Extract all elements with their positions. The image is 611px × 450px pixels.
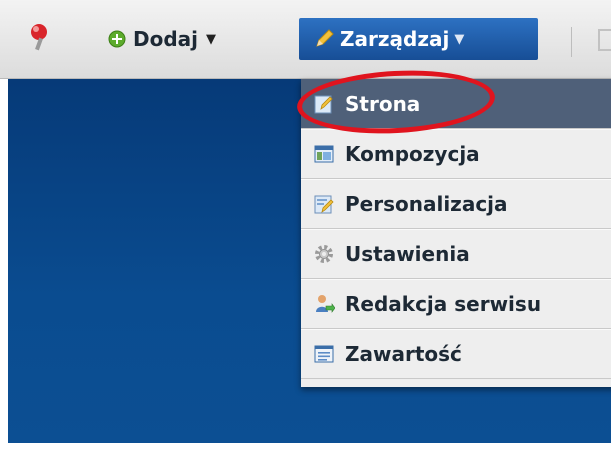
menu-item-label: Zawartość — [345, 342, 462, 366]
menu-item-ustawienia[interactable]: Ustawienia — [301, 229, 611, 279]
gear-icon — [315, 245, 333, 263]
menu-item-redakcja-serwisu[interactable]: Redakcja serwisu — [301, 279, 611, 329]
personalize-icon — [314, 195, 334, 214]
content-list-icon — [314, 345, 334, 363]
add-menu-button[interactable]: Dodaj ▼ — [108, 22, 216, 56]
pencil-icon — [316, 29, 334, 47]
layout-icon — [314, 145, 334, 163]
menu-item-personalizacja[interactable]: Personalizacja — [301, 179, 611, 229]
toolbar-divider — [571, 27, 572, 57]
add-menu-label: Dodaj — [133, 27, 199, 51]
top-toolbar: Dodaj ▼ Zarządzaj ▼ — [0, 0, 611, 79]
manage-menu-label: Zarządzaj — [340, 27, 450, 51]
menu-item-label: Redakcja serwisu — [345, 292, 542, 316]
manage-menu-button[interactable]: Zarządzaj ▼ — [299, 18, 538, 60]
menu-item-label: Personalizacja — [345, 192, 508, 216]
user-arrow-icon — [316, 295, 335, 313]
menu-item-label: Ustawienia — [345, 242, 470, 266]
menu-item-zawartosc[interactable]: Zawartość — [301, 329, 611, 379]
menu-item-label: Kompozycja — [345, 142, 480, 166]
caret-down-icon: ▼ — [454, 31, 465, 47]
caret-down-icon: ▼ — [206, 31, 217, 47]
add-circle-icon — [108, 30, 126, 48]
menu-item-kompozycja[interactable]: Kompozycja — [301, 129, 611, 179]
toolbar-partial-icon[interactable] — [598, 29, 611, 51]
pushpin-icon[interactable] — [26, 22, 52, 58]
